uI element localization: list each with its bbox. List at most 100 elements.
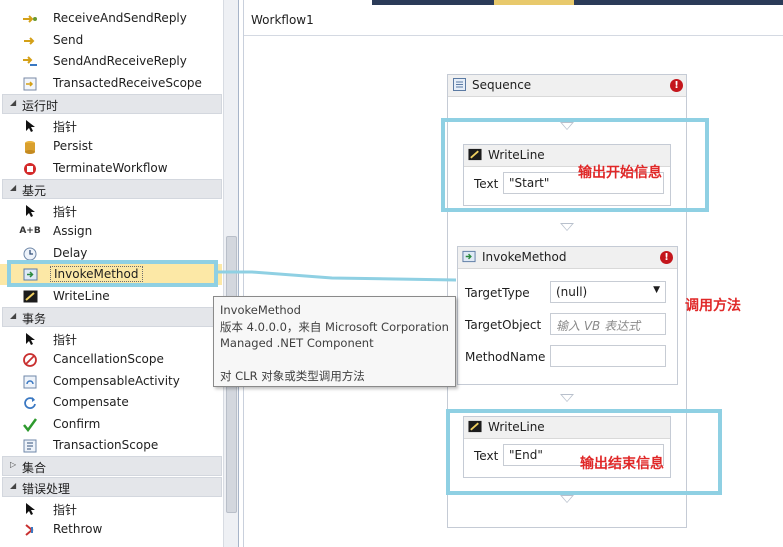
breadcrumb-divider	[244, 35, 783, 36]
sequence-header[interactable]: Sequence !	[448, 75, 686, 97]
pointer-icon	[22, 203, 38, 218]
cancellation-scope-icon	[22, 352, 38, 367]
toolbox-item-pointer[interactable]: 指针	[0, 115, 222, 136]
target-object-label: TargetObject	[465, 318, 542, 332]
toolbox-category-transactions[interactable]: ◢ 事务	[2, 307, 222, 327]
toolbox-item-terminate-workflow[interactable]: TerminateWorkflow	[0, 158, 222, 179]
send-icon	[22, 33, 38, 48]
toolbox-item-label: TransactedReceiveScope	[53, 76, 202, 90]
category-label: 事务	[22, 312, 47, 326]
invoke-method-icon	[462, 250, 476, 263]
toolbox-item-label: 指针	[53, 333, 78, 347]
toolbox-item-label: Confirm	[53, 417, 101, 431]
invoke-method-header[interactable]: InvokeMethod !	[458, 247, 677, 269]
invoke-method-activity[interactable]: InvokeMethod ! TargetType (null) ▼ Targe…	[457, 246, 678, 385]
rethrow-icon	[22, 522, 38, 537]
target-type-label: TargetType	[465, 286, 530, 300]
toolbox-item-compensate[interactable]: Compensate	[0, 392, 222, 413]
toolbox-item-label: 指针	[53, 205, 78, 219]
toolbox-item-label: Assign	[53, 224, 93, 238]
toolbox-category-error-handling[interactable]: ◢ 错误处理	[2, 477, 222, 497]
drop-target-arrow	[560, 223, 574, 231]
category-label: 基元	[22, 184, 47, 198]
toolbox-item-transaction-scope[interactable]: TransactionScope	[0, 435, 222, 456]
drop-target-arrow	[560, 495, 574, 503]
annotation-output-start: 输出开始信息	[578, 165, 662, 181]
toolbox-category-collections[interactable]: ▷ 集合	[2, 456, 222, 476]
target-type-value: (null)	[556, 285, 588, 299]
toolbox-item-label: 指针	[53, 503, 78, 517]
pointer-icon	[22, 331, 38, 346]
tooltip-spacer	[220, 352, 449, 368]
annotation-output-end: 输出结束信息	[580, 456, 664, 472]
toolbox-item-assign[interactable]: A+B Assign	[0, 221, 222, 242]
annotation-invoke-method: 调用方法	[685, 298, 741, 314]
toolbox-item-pointer[interactable]: 指针	[0, 328, 222, 349]
drop-target-arrow	[560, 394, 574, 402]
transaction-scope-icon	[22, 438, 38, 453]
toolbox-item-label: WriteLine	[53, 289, 110, 303]
toolbox-item-label: Persist	[53, 139, 93, 153]
assign-icon: A+B	[19, 226, 41, 236]
tooltip-version: 版本 4.0.0.0，来自 Microsoft Corporation	[220, 319, 449, 334]
tab-strip-background	[372, 0, 783, 5]
toolbox-item-writeline[interactable]: WriteLine	[0, 286, 222, 307]
toolbox-item-label: ReceiveAndSendReply	[53, 11, 187, 25]
pointer-icon	[22, 501, 38, 516]
toolbox-item-transacted-receive-scope[interactable]: TransactedReceiveScope	[0, 73, 222, 94]
toolbox-item-label: TransactionScope	[53, 438, 159, 452]
sequence-title: Sequence	[472, 78, 532, 92]
toolbox-item-tooltip: InvokeMethod 版本 4.0.0.0，来自 Microsoft Cor…	[213, 296, 456, 387]
toolbox-category-primitives[interactable]: ◢ 基元	[2, 179, 222, 199]
toolbox-item-send[interactable]: Send	[0, 30, 222, 51]
toolbox-item-receive-and-send-reply[interactable]: ReceiveAndSendReply	[0, 8, 222, 29]
document-tab-strip	[244, 0, 783, 5]
highlight-box-writeline-end	[446, 409, 722, 495]
category-label: 运行时	[22, 99, 59, 113]
annotation-connector-line	[214, 270, 457, 282]
toolbox-item-pointer[interactable]: 指针	[0, 200, 222, 221]
writeline-icon	[22, 289, 38, 304]
transacted-receive-scope-icon	[22, 76, 38, 91]
highlight-box-invoke-method-item	[7, 260, 218, 287]
method-name-input[interactable]	[550, 345, 666, 367]
toolbox-item-label: TerminateWorkflow	[53, 161, 168, 175]
pointer-icon	[22, 118, 38, 133]
compensate-icon	[22, 395, 38, 410]
target-object-input[interactable]: 输入 VB 表达式	[550, 313, 666, 335]
toolbox-item-pointer[interactable]: 指针	[0, 498, 222, 519]
toolbox-item-compensable-activity[interactable]: CompensableActivity	[0, 371, 222, 392]
error-icon[interactable]: !	[660, 251, 673, 264]
toolbox-item-label: CancellationScope	[53, 352, 164, 366]
delay-icon	[22, 246, 38, 261]
invoke-method-title: InvokeMethod	[482, 250, 567, 264]
category-label: 集合	[22, 461, 47, 475]
toolbox-item-cancellation-scope[interactable]: CancellationScope	[0, 349, 222, 370]
tooltip-title: InvokeMethod	[220, 303, 301, 317]
toolbox-item-persist[interactable]: Persist	[0, 136, 222, 157]
toolbox-item-send-and-receive-reply[interactable]: SendAndReceiveReply	[0, 51, 222, 72]
confirm-icon	[22, 417, 38, 432]
method-name-label: MethodName	[465, 350, 546, 364]
category-label: 错误处理	[22, 482, 71, 496]
toolbox-item-label: Delay	[53, 246, 88, 260]
expanded-triangle-icon: ◢	[10, 183, 17, 192]
tooltip-description: 对 CLR 对象或类型调用方法	[220, 368, 365, 383]
toolbox-item-label: SendAndReceiveReply	[53, 54, 187, 68]
toolbox-item-rethrow[interactable]: Rethrow	[0, 519, 222, 540]
target-type-select[interactable]: (null) ▼	[550, 281, 666, 303]
compensable-activity-icon	[22, 374, 38, 389]
collapsed-triangle-icon: ▷	[10, 460, 17, 469]
error-icon[interactable]: !	[670, 79, 683, 92]
toolbox-item-label: CompensableActivity	[53, 374, 180, 388]
toolbox-item-label: 指针	[53, 120, 78, 134]
toolbox-item-label: Rethrow	[53, 522, 103, 536]
highlight-box-writeline-start	[441, 118, 709, 212]
send-receive-reply-icon	[22, 54, 38, 69]
toolbox-item-label: Send	[53, 33, 84, 47]
toolbox-item-label: Compensate	[53, 395, 129, 409]
toolbox-item-confirm[interactable]: Confirm	[0, 414, 222, 435]
toolbox-category-runtime[interactable]: ◢ 运行时	[2, 94, 222, 114]
breadcrumb[interactable]: Workflow1	[251, 13, 314, 27]
sequence-icon	[452, 78, 466, 91]
